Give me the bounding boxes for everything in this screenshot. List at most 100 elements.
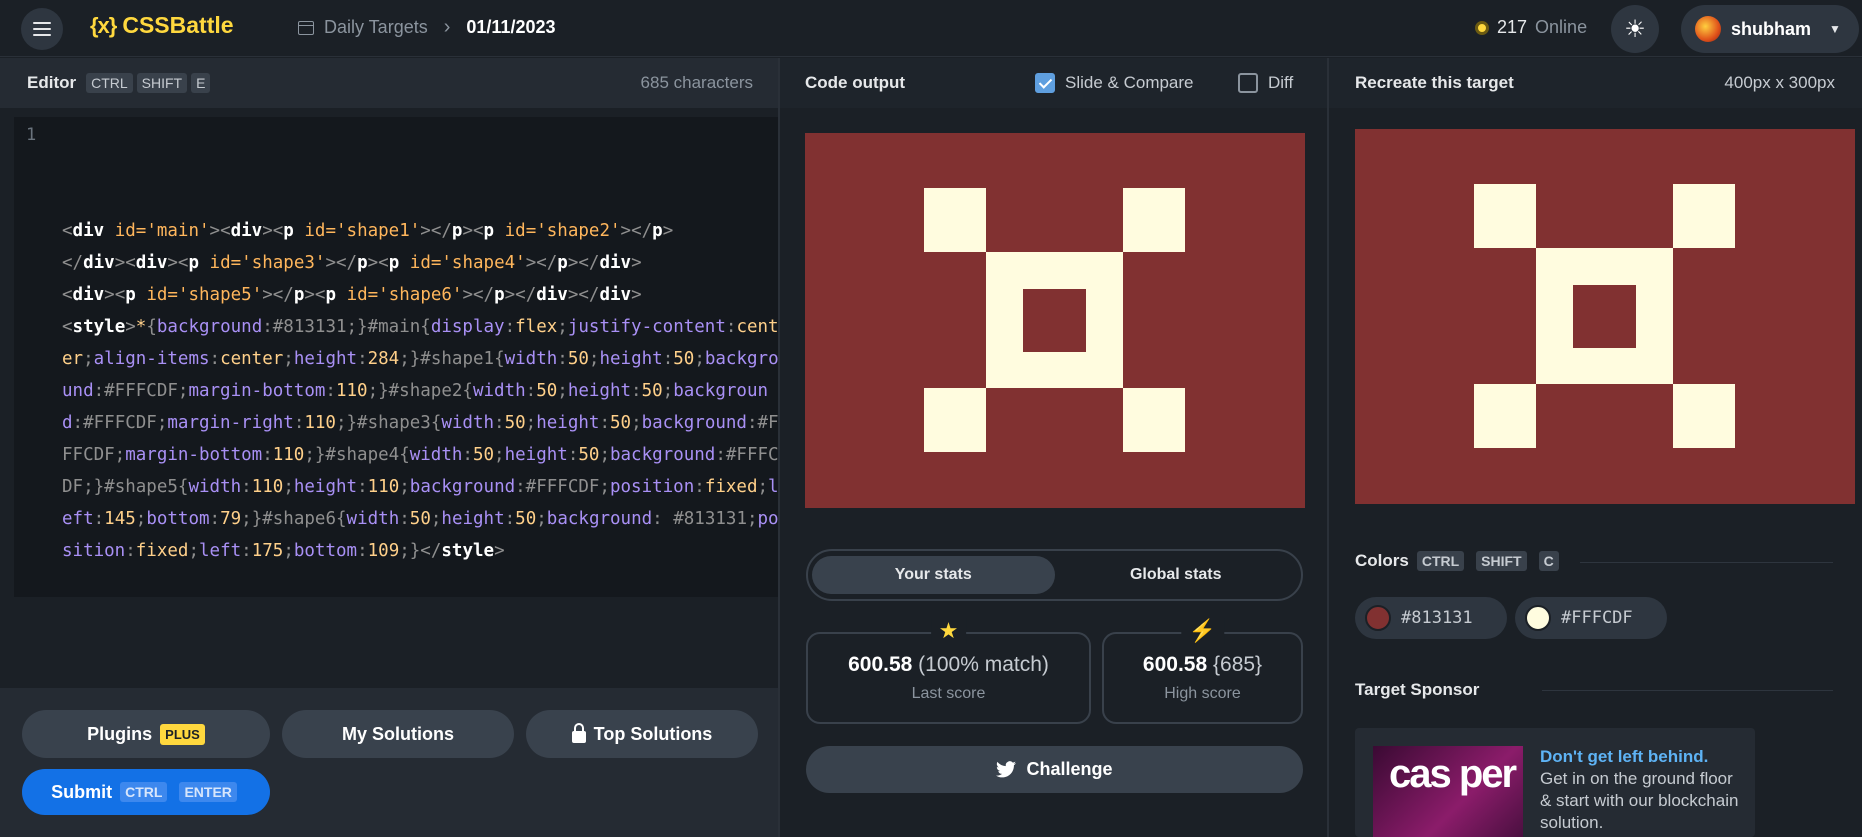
sponsor-body: Get in on the ground floor & start with … (1540, 769, 1739, 832)
target-square-top-right (1673, 184, 1735, 248)
kbd-key: CTRL (1416, 551, 1465, 571)
username: shubham (1731, 18, 1812, 39)
chevron-right-icon: › (443, 16, 451, 38)
kbd-key: ENTER (179, 782, 237, 802)
logo-mark-icon: {x} (90, 12, 117, 38)
tab-global-stats[interactable]: Global stats (1055, 556, 1298, 594)
colors-heading: Colors CTRL SHIFT C (1355, 551, 1563, 571)
color-hex: #813131 (1401, 608, 1473, 628)
kbd-key: SHIFT (1476, 551, 1527, 571)
breadcrumb-current: 01/11/2023 (466, 17, 556, 37)
sponsor-heading: Target Sponsor (1355, 680, 1479, 700)
colors-title: Colors (1355, 551, 1409, 570)
tab-your-stats[interactable]: Your stats (812, 556, 1055, 594)
challenge-label: Challenge (1026, 759, 1113, 779)
my-solutions-label: My Solutions (342, 723, 454, 744)
line-number: 1 (26, 125, 37, 145)
slide-compare-checkbox[interactable]: Slide & Compare (1035, 73, 1194, 93)
last-score-label: Last score (911, 685, 986, 702)
code-editor[interactable]: 1 <div id='main'><div><p id='shape1'></p… (14, 117, 779, 597)
high-score: 600.58 (1142, 653, 1208, 676)
sponsor-title: Target Sponsor (1355, 680, 1480, 699)
logo[interactable]: {x} CSSBattle (90, 12, 234, 39)
my-solutions-button[interactable]: My Solutions (282, 710, 514, 758)
output-title: Code output (805, 73, 906, 92)
output-square-top-left (924, 188, 986, 252)
plus-badge: PLUS (160, 723, 205, 745)
char-count: 685 characters (640, 73, 753, 92)
online-label: Online (1535, 17, 1588, 37)
divider (1580, 562, 1833, 563)
theme-toggle-button[interactable]: ☀ (1611, 5, 1659, 53)
top-bar: {x} CSSBattle Daily Targets › 01/11/2023… (0, 0, 1862, 57)
kbd-key: E (191, 73, 211, 93)
editor-footer: Plugins PLUS My Solutions Top Solutions … (0, 688, 778, 837)
target-square-bottom-left (1474, 384, 1536, 448)
target-square-hole (1573, 285, 1636, 348)
chevron-down-icon: ▼ (1829, 22, 1841, 36)
sponsor-logo[interactable]: cas per (1373, 746, 1523, 837)
submit-label: Submit (51, 781, 113, 802)
editor-title: Editor (27, 73, 77, 92)
star-icon: ★ (930, 618, 967, 644)
online-dot-icon (1475, 20, 1489, 35)
color-dot (1525, 605, 1551, 631)
output-header: Code output Slide & Compare Diff (780, 58, 1327, 108)
high-score-value: 600.58 {685} (1143, 653, 1262, 677)
code-output-canvas[interactable] (805, 133, 1305, 508)
output-square-bottom-right (1123, 388, 1185, 452)
code-text[interactable]: <div id='main'><div><p id='shape1'></p><… (62, 215, 782, 567)
kbd-key: C (1538, 551, 1559, 571)
last-score: 600.58 (848, 653, 913, 676)
output-square-hole (1023, 289, 1086, 352)
editor-header: Editor CTRL SHIFT E 685 characters (0, 58, 778, 108)
target-size: 400px x 300px (1724, 73, 1835, 92)
last-score-value: 600.58 (100% match) (848, 653, 1049, 677)
output-square-bottom-left (924, 388, 986, 452)
kbd-key: SHIFT (136, 73, 188, 93)
column-divider[interactable] (1327, 58, 1329, 837)
target-title: Recreate this target (1355, 73, 1514, 92)
target-header: Recreate this target 400px x 300px (1329, 58, 1862, 108)
slide-compare-label: Slide & Compare (1065, 73, 1194, 92)
challenge-button[interactable]: Challenge (806, 746, 1303, 793)
menu-icon[interactable] (21, 8, 63, 50)
top-solutions-button[interactable]: Top Solutions (526, 710, 758, 758)
online-count: 217 (1497, 17, 1528, 37)
twitter-icon (996, 761, 1017, 778)
plugins-label: Plugins (87, 723, 153, 744)
calendar-icon (298, 20, 314, 35)
checkbox-checked-icon[interactable] (1035, 73, 1055, 93)
last-score-card: ★ 600.58 (100% match) Last score (806, 618, 1091, 724)
output-square-top-right (1123, 188, 1185, 252)
avatar (1695, 16, 1721, 42)
color-swatch-bg[interactable]: #813131 (1355, 597, 1507, 639)
sponsor-headline[interactable]: Don't get left behind. (1540, 746, 1740, 768)
stats-tabs: Your stats Global stats (806, 549, 1303, 601)
high-chars: {685} (1213, 653, 1263, 676)
online-indicator: 217 Online (1475, 17, 1587, 38)
user-menu-button[interactable]: shubham ▼ (1681, 5, 1859, 53)
target-canvas (1355, 129, 1855, 504)
breadcrumb-parent[interactable]: Daily Targets (324, 17, 428, 38)
submit-button[interactable]: Submit CTRL ENTER (22, 769, 270, 815)
diff-checkbox[interactable]: Diff (1238, 73, 1293, 93)
sponsor-text[interactable]: Don't get left behind. Get in on the gro… (1540, 746, 1740, 834)
divider (1542, 690, 1833, 691)
kbd-key: CTRL (120, 782, 168, 802)
lock-icon (571, 723, 586, 743)
column-divider[interactable] (778, 58, 780, 837)
high-score-card: ⚡ 600.58 {685} High score (1102, 618, 1303, 724)
logo-text: CSSBattle (122, 12, 234, 38)
target-square-top-left (1474, 184, 1536, 248)
sun-icon: ☀ (1624, 15, 1646, 43)
sponsor-card[interactable]: cas per Don't get left behind. Get in on… (1355, 728, 1755, 837)
checkbox-unchecked-icon[interactable] (1238, 73, 1258, 93)
color-dot (1365, 605, 1391, 631)
target-square-bottom-right (1673, 384, 1735, 448)
plugins-button[interactable]: Plugins PLUS (22, 710, 270, 758)
breadcrumb: Daily Targets › 01/11/2023 (298, 16, 556, 39)
color-swatch-fg[interactable]: #FFFCDF (1515, 597, 1667, 639)
high-score-label: High score (1164, 685, 1241, 702)
color-hex: #FFFCDF (1561, 608, 1633, 628)
